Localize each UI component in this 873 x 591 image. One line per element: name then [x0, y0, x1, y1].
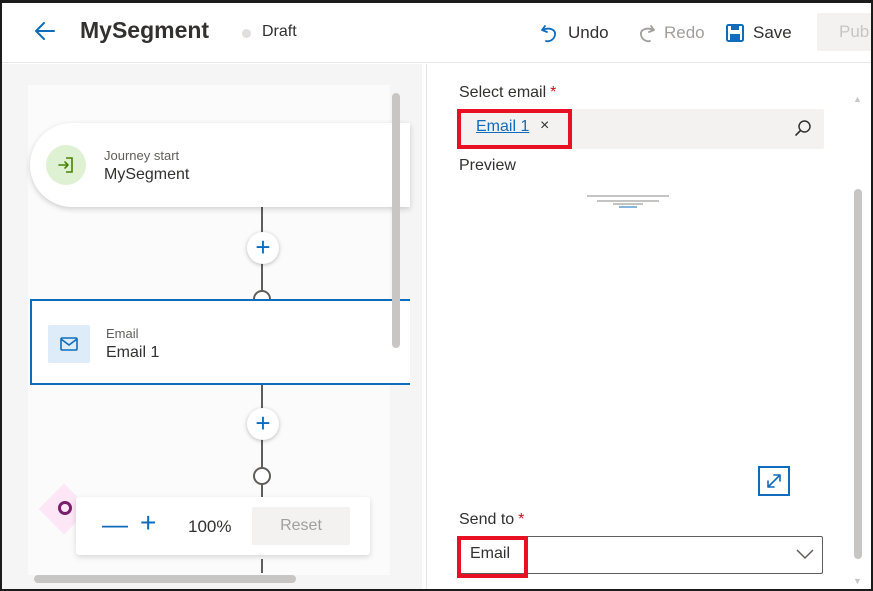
connector-junction — [253, 467, 271, 485]
page-title: MySegment — [80, 17, 210, 43]
expand-preview-button[interactable] — [758, 466, 790, 496]
connector-line — [261, 559, 263, 573]
connector-line — [261, 485, 263, 497]
send-to-value: Email — [470, 545, 511, 562]
search-icon[interactable] — [794, 119, 812, 142]
scroll-up-arrow[interactable]: ▲ — [853, 94, 862, 104]
mail-icon — [48, 325, 90, 363]
add-step-button[interactable]: + — [247, 408, 279, 440]
add-step-button[interactable]: + — [247, 232, 279, 264]
email-node[interactable]: Email Email 1 — [30, 299, 410, 385]
required-mark: * — [550, 84, 557, 101]
undo-icon — [541, 25, 556, 43]
panel-vertical-scrollbar[interactable] — [854, 189, 862, 559]
required-mark: * — [518, 511, 525, 528]
zoom-level: 100% — [188, 517, 232, 536]
send-to-label-text: Send to — [459, 511, 515, 528]
undo-label: Undo — [568, 23, 609, 42]
expand-icon — [767, 474, 781, 488]
arrow-left-icon — [35, 22, 55, 40]
zoom-reset-button[interactable]: Reset — [252, 507, 350, 545]
save-label: Save — [753, 23, 792, 42]
email-preview — [458, 183, 848, 493]
send-to-label: Send to * — [459, 511, 524, 529]
zoom-controls: — + 100% Reset — [76, 497, 370, 555]
node-name: MySegment — [104, 166, 190, 183]
status-badge: Draft — [262, 23, 297, 40]
condition-icon — [58, 501, 72, 515]
redo-icon — [640, 25, 655, 43]
preview-label: Preview — [459, 157, 516, 174]
node-type-label: Email — [106, 326, 139, 341]
canvas-vertical-scrollbar[interactable] — [392, 93, 400, 348]
select-email-label-text: Select email — [459, 84, 547, 101]
header-bar: MySegment Draft Undo Redo Save Pub — [2, 3, 871, 63]
publish-button[interactable]: Pub — [817, 13, 871, 51]
zoom-in-button[interactable]: + — [140, 509, 156, 537]
back-button[interactable] — [32, 18, 58, 44]
save-button[interactable]: Save — [725, 19, 792, 47]
redo-label: Redo — [664, 23, 705, 42]
journey-start-node[interactable]: Journey start MySegment — [30, 123, 410, 207]
select-email-label: Select email * — [459, 84, 556, 102]
journey-start-icon — [46, 145, 86, 185]
redo-button[interactable]: Redo — [636, 19, 705, 47]
zoom-out-button[interactable]: — — [102, 511, 128, 537]
preview-thumbnail — [587, 195, 669, 208]
node-name: Email 1 — [106, 344, 160, 361]
chevron-down-icon[interactable] — [796, 548, 814, 560]
status-dot-icon — [242, 29, 251, 38]
selected-email-tag[interactable]: Email 1 — [476, 118, 529, 136]
canvas-horizontal-scrollbar[interactable] — [34, 575, 296, 583]
scroll-down-arrow[interactable]: ▼ — [853, 576, 862, 586]
save-icon — [726, 24, 744, 42]
remove-email-button[interactable]: × — [540, 117, 549, 135]
node-type-label: Journey start — [104, 148, 180, 163]
connector-line — [261, 439, 263, 467]
connector-line — [261, 263, 263, 291]
app-window: MySegment Draft Undo Redo Save Pub Journ… — [0, 0, 873, 591]
send-to-dropdown[interactable] — [458, 536, 823, 574]
undo-button[interactable]: Undo — [540, 19, 609, 47]
